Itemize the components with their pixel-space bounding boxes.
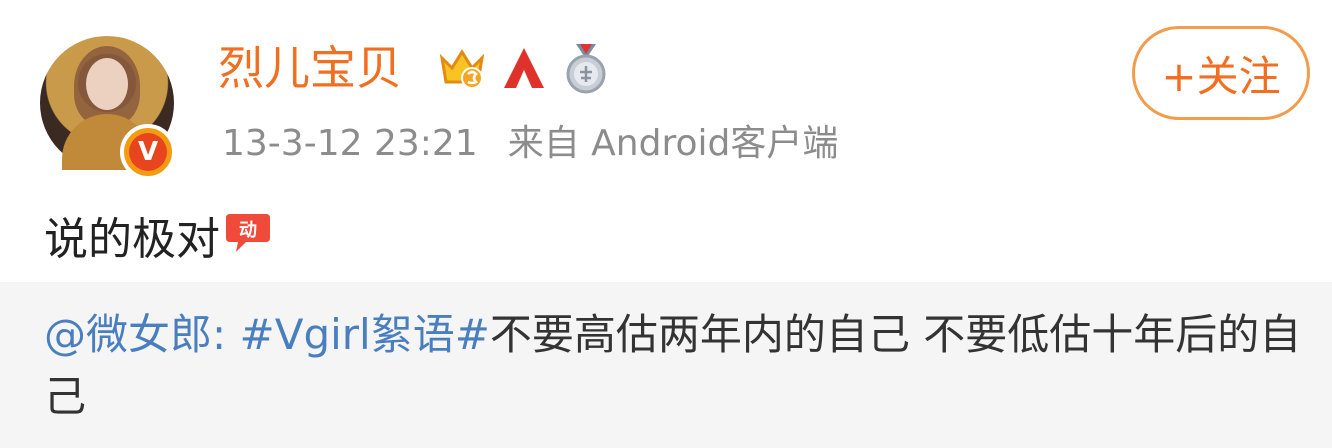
- crown-vip-icon[interactable]: [438, 44, 486, 92]
- xiaomi-emoji-icon: 动: [224, 208, 272, 272]
- repost-colon: :: [212, 310, 240, 359]
- repost-text: @微女郎: #Vgirl絮语#不要高估两年内的自己 不要低估十年后的自己: [44, 304, 1304, 428]
- user-badges: [438, 40, 610, 96]
- follow-button[interactable]: +关注: [1132, 26, 1310, 120]
- verified-badge-icon: V: [120, 124, 176, 180]
- avatar-face: [86, 58, 128, 110]
- repost-mention[interactable]: @微女郎: [44, 310, 212, 359]
- post-text: 说的极对: [44, 214, 220, 265]
- repost-hashtag[interactable]: #Vgirl絮语#: [240, 310, 490, 359]
- post-source[interactable]: 来自 Android客户端: [508, 118, 839, 170]
- silver-medal-icon[interactable]: [562, 42, 610, 94]
- svg-text:动: 动: [239, 220, 257, 241]
- post-header: V 烈儿宝贝 13-3-12 23:21 来自 Android客户端 +关注: [0, 0, 1332, 200]
- post-body: 说的极对 动: [44, 208, 272, 272]
- post-meta: 13-3-12 23:21 来自 Android客户端: [222, 118, 838, 170]
- post-timestamp: 13-3-12 23:21: [222, 123, 478, 164]
- repost-card[interactable]: @微女郎: #Vgirl絮语#不要高估两年内的自己 不要低估十年后的自己: [0, 282, 1332, 448]
- username[interactable]: 烈儿宝贝: [218, 38, 402, 98]
- red-triangle-icon[interactable]: [500, 44, 548, 92]
- verified-badge-label: V: [129, 133, 167, 171]
